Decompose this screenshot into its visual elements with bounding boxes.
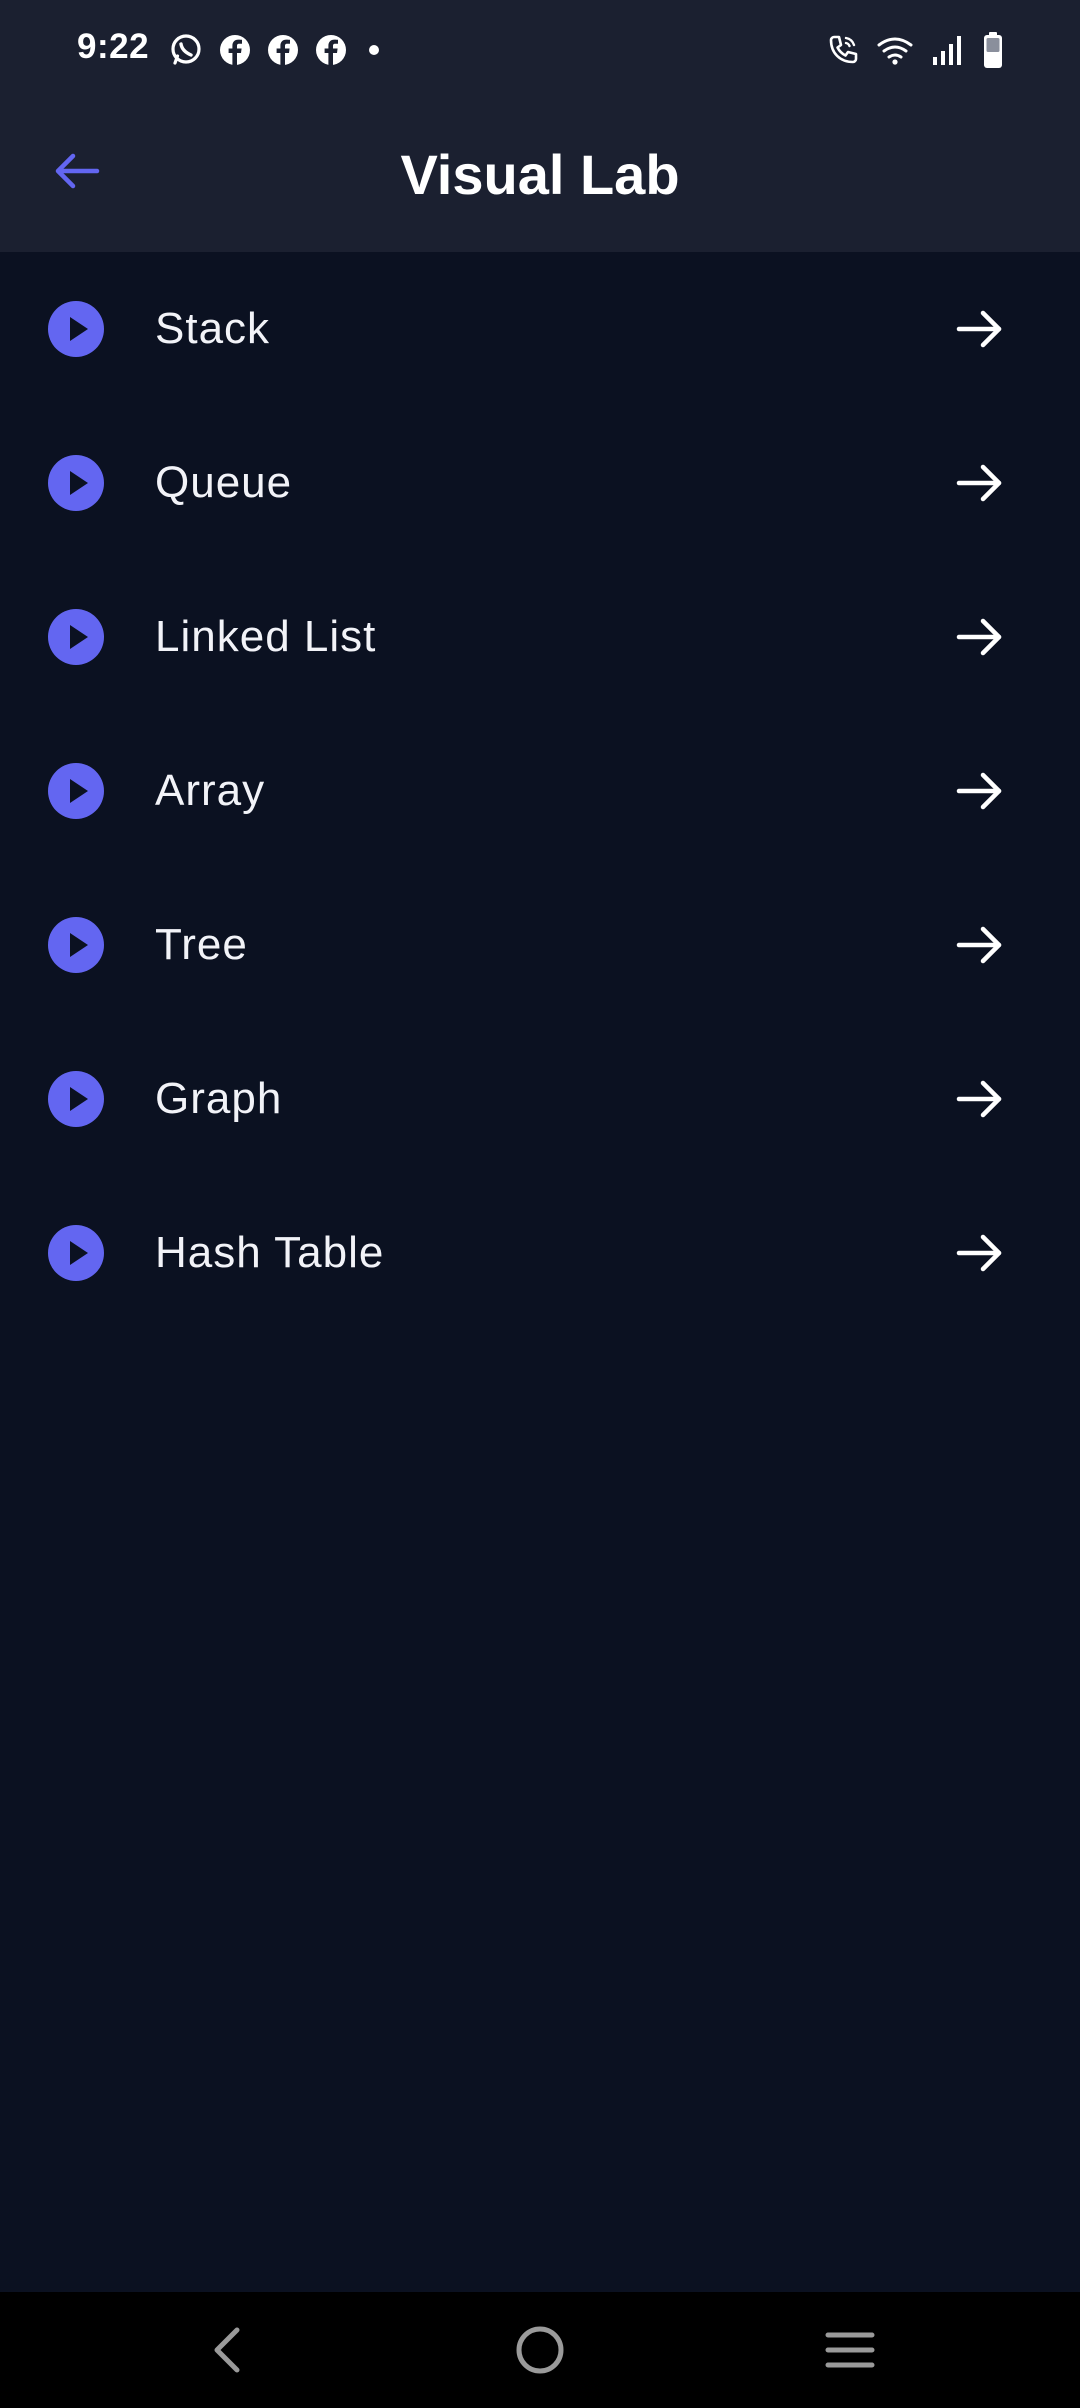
status-bar: 9:22 (0, 0, 1080, 100)
list-item-tree[interactable]: Tree (0, 868, 1080, 1022)
list-item-label: Graph (155, 1074, 283, 1123)
battery-icon (982, 31, 1004, 69)
list-item-queue[interactable]: Queue (0, 406, 1080, 560)
data-structure-list: Stack Queue Linked List Array Tree Graph… (0, 252, 1080, 1330)
list-item-label: Hash Table (155, 1228, 385, 1277)
list-item-label: Tree (155, 920, 248, 969)
arrow-forward-icon (954, 457, 1006, 509)
play-circle-icon (48, 301, 104, 357)
nav-home-button[interactable] (508, 2320, 572, 2384)
play-circle-icon (48, 763, 104, 819)
arrow-forward-icon (954, 611, 1006, 663)
list-item-label: Array (155, 766, 266, 815)
recents-nav-icon (824, 2328, 876, 2377)
list-item-label: Queue (155, 458, 293, 507)
arrow-forward-icon (954, 303, 1006, 355)
play-circle-icon (48, 917, 104, 973)
nav-recents-button[interactable] (818, 2320, 882, 2384)
list-item-label: Linked List (155, 612, 377, 661)
back-nav-icon (207, 2324, 247, 2381)
arrow-forward-icon (954, 919, 1006, 971)
play-circle-icon (48, 455, 104, 511)
facebook-icon (266, 33, 300, 67)
play-circle-icon (48, 1071, 104, 1127)
notification-icons (168, 28, 386, 72)
facebook-icon (218, 33, 252, 67)
wifi-icon (876, 33, 914, 67)
home-nav-icon (514, 2324, 566, 2381)
list-item-stack[interactable]: Stack (0, 252, 1080, 406)
screen: 9:22 Visual Lab Stack Queue Linked List … (0, 0, 1080, 2408)
system-navigation-bar (0, 2292, 1080, 2408)
page-title: Visual Lab (400, 143, 680, 206)
play-circle-icon (48, 1225, 104, 1281)
whatsapp-icon (168, 32, 204, 68)
play-circle-icon (48, 609, 104, 665)
arrow-forward-icon (954, 1227, 1006, 1279)
app-bar: Visual Lab (0, 100, 1080, 252)
signal-icon (930, 33, 966, 67)
list-item-hash-table[interactable]: Hash Table (0, 1176, 1080, 1330)
status-time: 9:22 (77, 27, 150, 66)
arrow-forward-icon (954, 1073, 1006, 1125)
wifi-call-icon (826, 33, 860, 67)
more-dot-icon (362, 38, 386, 62)
arrow-forward-icon (954, 765, 1006, 817)
list-item-graph[interactable]: Graph (0, 1022, 1080, 1176)
list-item-linked-list[interactable]: Linked List (0, 560, 1080, 714)
system-icons (826, 28, 1004, 72)
list-item-label: Stack (155, 304, 271, 353)
nav-back-button[interactable] (195, 2320, 259, 2384)
list-item-array[interactable]: Array (0, 714, 1080, 868)
facebook-icon (314, 33, 348, 67)
